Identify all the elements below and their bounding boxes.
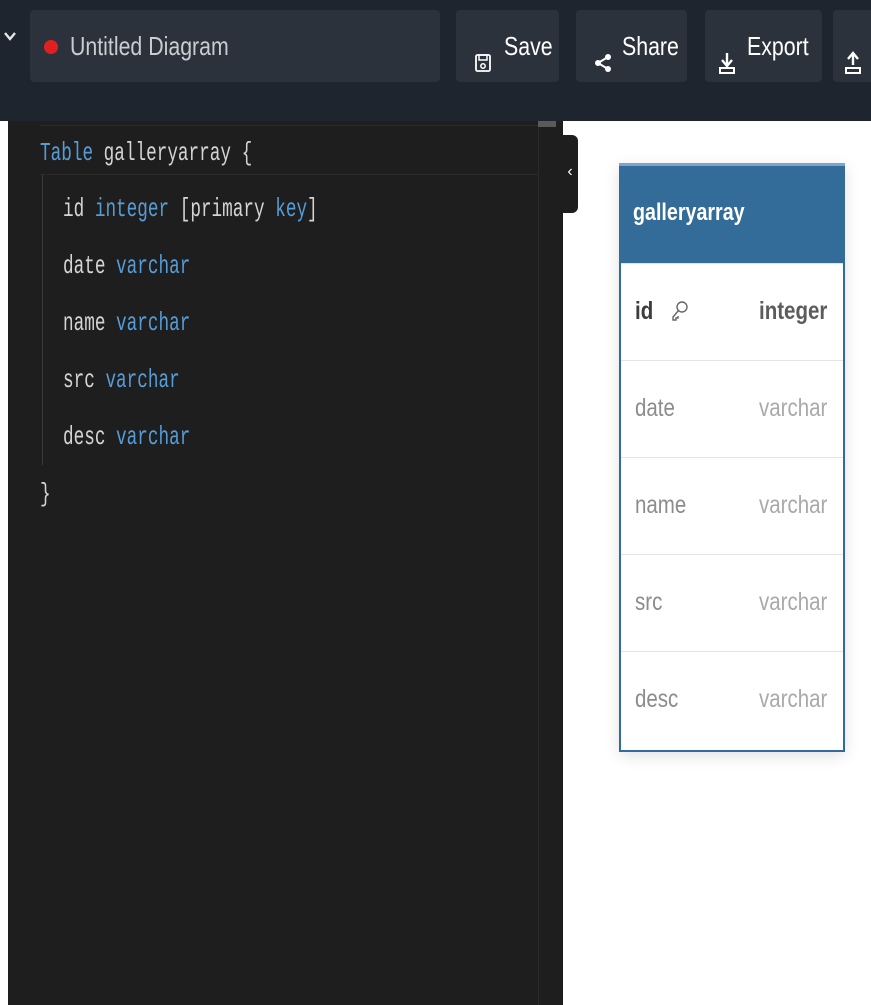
code-text: date xyxy=(63,251,106,281)
top-toolbar: Untitled Diagram Save Share Export xyxy=(0,0,871,121)
share-label: Share xyxy=(622,31,679,61)
code-line[interactable]: desc varchar xyxy=(63,420,190,454)
table-field-row[interactable]: desc varchar xyxy=(621,651,843,748)
code-line[interactable]: } xyxy=(40,477,51,511)
code-text: desc xyxy=(63,422,106,452)
code-text: ] xyxy=(307,194,318,224)
field-type: varchar xyxy=(758,588,827,616)
table-field-row[interactable]: date varchar xyxy=(621,360,843,457)
download-icon xyxy=(717,32,737,74)
code-keyword: integer xyxy=(84,194,170,224)
editor-scroll-thumb[interactable] xyxy=(538,121,556,127)
share-button[interactable]: Share xyxy=(576,10,687,82)
code-text: name xyxy=(63,308,106,338)
code-text: [primary xyxy=(169,194,265,224)
field-type: varchar xyxy=(758,394,827,422)
save-button[interactable]: Save xyxy=(456,10,559,82)
share-icon xyxy=(593,32,613,72)
field-type: varchar xyxy=(758,491,827,519)
upload-button[interactable] xyxy=(833,10,871,82)
code-text: galleryarray { xyxy=(93,138,253,168)
field-name: date xyxy=(635,394,675,422)
indent-guide xyxy=(42,175,43,465)
code-line[interactable]: Table galleryarray { xyxy=(40,136,252,170)
table-field-row[interactable]: src varchar xyxy=(621,554,843,651)
field-name: name xyxy=(635,491,687,519)
table-field-row[interactable]: id integer xyxy=(621,263,843,360)
floppy-disk-icon xyxy=(473,32,493,72)
code-keyword: Table xyxy=(40,138,94,168)
export-button[interactable]: Export xyxy=(705,10,822,82)
chevron-down-icon[interactable] xyxy=(4,28,16,44)
table-field-row[interactable]: name varchar xyxy=(621,457,843,554)
unsaved-status-icon xyxy=(44,40,58,54)
code-line[interactable]: src varchar xyxy=(63,363,180,397)
code-keyword: varchar xyxy=(94,365,180,395)
table-name: galleryarray xyxy=(633,199,745,226)
code-text: } xyxy=(40,479,51,509)
editor-gutter xyxy=(0,121,8,1005)
diagram-title[interactable]: Untitled Diagram xyxy=(70,32,229,60)
code-keyword: varchar xyxy=(105,422,191,452)
field-name: id xyxy=(635,297,654,325)
field-type: varchar xyxy=(758,685,827,713)
save-label: Save xyxy=(504,31,553,61)
chevron-left-icon: ‹ xyxy=(567,163,573,180)
table-header[interactable]: galleryarray xyxy=(619,163,845,263)
export-label: Export xyxy=(747,31,809,61)
collapse-editor-button[interactable]: ‹ xyxy=(562,135,578,213)
field-name: desc xyxy=(635,685,679,713)
field-name: src xyxy=(635,588,663,616)
code-keyword: key xyxy=(264,194,308,224)
editor-scrollbar[interactable] xyxy=(538,121,558,1005)
upload-icon xyxy=(843,32,863,74)
code-line[interactable]: id integer [primary key] xyxy=(63,192,318,226)
code-line[interactable]: date varchar xyxy=(63,249,190,283)
table-node[interactable]: galleryarray id integer date varchar name var… xyxy=(619,163,845,752)
code-line[interactable]: name varchar xyxy=(63,306,190,340)
code-editor[interactable]: Table galleryarray { id integer [primary … xyxy=(0,121,563,1005)
code-text: src xyxy=(63,365,95,395)
field-type: integer xyxy=(758,297,827,325)
diagram-title-field[interactable]: Untitled Diagram xyxy=(30,10,440,82)
code-keyword: varchar xyxy=(105,251,191,281)
key-icon xyxy=(671,300,689,322)
code-text: id xyxy=(63,194,85,224)
code-keyword: varchar xyxy=(105,308,191,338)
